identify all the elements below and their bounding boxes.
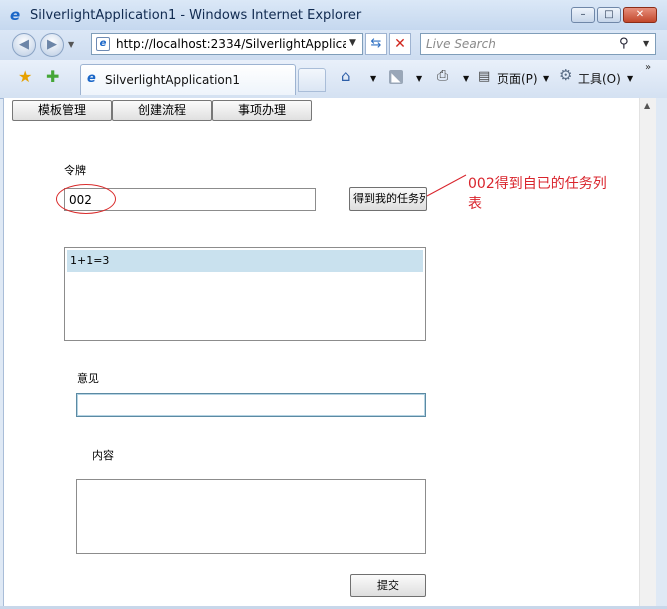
vertical-scrollbar[interactable]: ▲ — [639, 98, 657, 606]
content-label: 内容 — [92, 449, 114, 462]
tab-label: SilverlightApplication1 — [105, 73, 240, 87]
task-handling-button[interactable]: 事项办理 — [212, 100, 312, 121]
page-icon[interactable]: ▤ — [478, 69, 490, 84]
forward-arrow-icon[interactable]: ▶ — [40, 33, 64, 57]
search-dropdown-icon[interactable]: ▼ — [643, 39, 649, 48]
gear-icon[interactable]: ⚙ — [559, 66, 572, 84]
window-frame — [656, 98, 667, 609]
list-item[interactable]: 1+1=3 — [67, 250, 423, 272]
content-textarea[interactable] — [76, 479, 426, 554]
scroll-up-icon[interactable]: ▲ — [644, 101, 650, 110]
annotation-ellipse — [56, 184, 116, 214]
maximize-button[interactable]: □ — [597, 7, 621, 23]
print-icon[interactable]: ⎙ — [437, 68, 448, 84]
create-workflow-button[interactable]: 创建流程 — [112, 100, 212, 121]
template-management-button[interactable]: 模板管理 — [12, 100, 112, 121]
recent-pages-dropdown-icon[interactable]: ▼ — [68, 40, 74, 49]
minimize-button[interactable]: – — [571, 7, 595, 23]
home-dropdown-icon[interactable]: ▼ — [370, 74, 376, 83]
refresh-icon[interactable]: ⇆ — [365, 33, 387, 55]
new-tab-button[interactable] — [298, 68, 326, 92]
search-input[interactable] — [426, 36, 606, 52]
token-label: 令牌 — [64, 164, 86, 177]
tab-ie-icon: e — [87, 71, 96, 86]
get-my-tasks-button[interactable]: 得到我的任务列表 — [349, 187, 427, 211]
tab-silverlight-application[interactable]: e SilverlightApplication1 — [80, 64, 296, 95]
add-favorite-icon[interactable]: ✚ — [46, 67, 59, 86]
favorites-star-icon[interactable]: ★ — [18, 67, 32, 86]
stop-icon[interactable]: ✕ — [389, 33, 411, 55]
opinion-label: 意见 — [77, 372, 99, 385]
address-dropdown-icon[interactable]: ▼ — [349, 38, 356, 48]
chevron-more-icon[interactable]: » — [645, 62, 651, 73]
address-bar[interactable]: e http://localhost:2334/SilverlightAppli… — [91, 33, 363, 55]
feeds-icon[interactable]: ◣ — [389, 70, 403, 84]
search-icon[interactable]: ⚲ — [619, 36, 629, 51]
annotation-text: 002得到自已的任务列表 — [468, 176, 607, 212]
search-box[interactable]: ⚲ ▼ — [420, 33, 656, 55]
feeds-dropdown-icon[interactable]: ▼ — [416, 74, 422, 83]
window-title: SilverlightApplication1 - Windows Intern… — [30, 8, 362, 23]
page-ie-icon: e — [96, 37, 110, 51]
close-button[interactable]: ✕ — [623, 7, 657, 23]
page-menu-dropdown-icon[interactable]: ▼ — [543, 74, 549, 83]
tools-menu-button[interactable]: 工具(O) — [578, 70, 621, 87]
task-list[interactable]: 1+1=3 — [64, 247, 426, 341]
ie-logo-icon: e — [10, 6, 21, 24]
print-dropdown-icon[interactable]: ▼ — [463, 74, 469, 83]
home-icon[interactable]: ⌂ — [341, 67, 351, 85]
opinion-input[interactable] — [76, 393, 426, 417]
back-arrow-icon[interactable]: ◀ — [12, 33, 36, 57]
tools-menu-dropdown-icon[interactable]: ▼ — [627, 74, 633, 83]
address-text[interactable]: http://localhost:2334/SilverlightApplica… — [116, 37, 346, 51]
submit-button[interactable]: 提交 — [350, 574, 426, 597]
page-menu-button[interactable]: 页面(P) — [497, 70, 538, 87]
